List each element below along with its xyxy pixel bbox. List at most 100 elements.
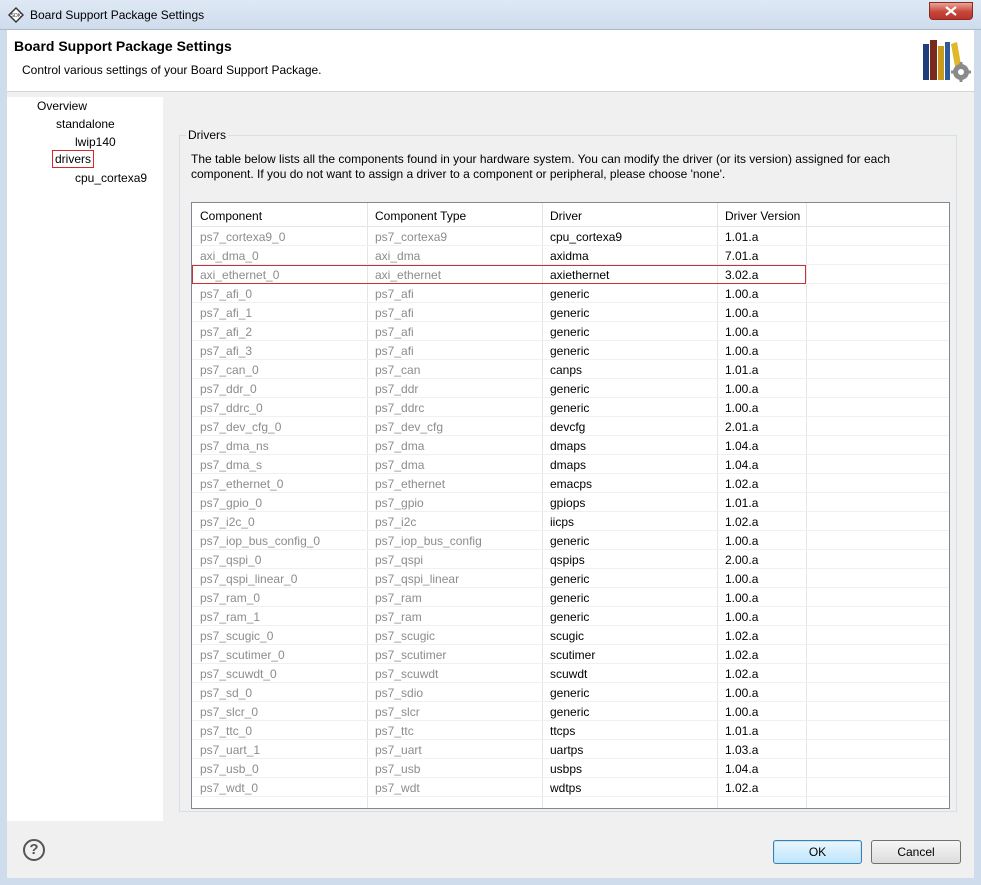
table-row[interactable]: ps7_ttc_0 ps7_ttc ttcps 1.01.a — [192, 721, 949, 740]
cell-driver-version[interactable]: 1.00.a — [725, 325, 758, 339]
cell-driver-version[interactable]: 1.01.a — [725, 230, 758, 244]
cell-driver-version[interactable]: 1.01.a — [725, 724, 758, 738]
cancel-button[interactable]: Cancel — [871, 840, 961, 864]
drivers-table[interactable]: Component Component Type Driver Driver V… — [191, 202, 950, 809]
table-row[interactable]: ps7_ethernet_0 ps7_ethernet emacps 1.02.a — [192, 474, 949, 493]
table-row[interactable]: ps7_afi_3 ps7_afi generic 1.00.a — [192, 341, 949, 360]
cell-driver[interactable]: generic — [550, 344, 589, 358]
cell-driver[interactable]: usbps — [550, 762, 582, 776]
cell-driver[interactable]: wdtps — [550, 781, 581, 795]
ok-button[interactable]: OK — [773, 840, 862, 864]
cell-driver[interactable]: generic — [550, 401, 589, 415]
cell-driver[interactable]: axidma — [550, 249, 589, 263]
cell-driver[interactable]: canps — [550, 363, 582, 377]
cell-driver-version[interactable]: 1.00.a — [725, 610, 758, 624]
table-row[interactable]: ps7_sd_0 ps7_sdio generic 1.00.a — [192, 683, 949, 702]
cell-driver[interactable]: generic — [550, 572, 589, 586]
cell-driver[interactable]: dmaps — [550, 439, 586, 453]
table-row[interactable]: ps7_qspi_0 ps7_qspi qspips 2.00.a — [192, 550, 949, 569]
table-row[interactable]: ps7_uart_1 ps7_uart uartps 1.03.a — [192, 740, 949, 759]
cell-driver-version[interactable]: 1.02.a — [725, 477, 758, 491]
tree-item-lwip140[interactable]: lwip140 — [75, 135, 116, 149]
cell-driver[interactable]: uartps — [550, 743, 583, 757]
table-row[interactable]: ps7_scuwdt_0 ps7_scuwdt scuwdt 1.02.a — [192, 664, 949, 683]
column-header-driver[interactable]: Driver — [550, 209, 582, 223]
cell-driver[interactable]: scuwdt — [550, 667, 587, 681]
cell-driver[interactable]: generic — [550, 534, 589, 548]
cell-driver[interactable]: dmaps — [550, 458, 586, 472]
table-row[interactable]: ps7_i2c_0 ps7_i2c iicps 1.02.a — [192, 512, 949, 531]
cell-driver[interactable]: generic — [550, 610, 589, 624]
table-row[interactable]: axi_dma_0 axi_dma axidma 7.01.a — [192, 246, 949, 265]
cell-driver-version[interactable]: 1.01.a — [725, 496, 758, 510]
cell-driver[interactable]: emacps — [550, 477, 592, 491]
cell-driver-version[interactable]: 1.03.a — [725, 743, 758, 757]
close-window-button[interactable] — [929, 2, 973, 20]
table-row[interactable]: ps7_slcr_0 ps7_slcr generic 1.00.a — [192, 702, 949, 721]
window-titlebar[interactable]: SDK Board Support Package Settings — [0, 0, 981, 30]
tree-item-overview[interactable]: Overview — [37, 99, 87, 113]
tree-item-cpu-cortexa9[interactable]: cpu_cortexa9 — [75, 171, 147, 185]
cell-driver-version[interactable]: 1.02.a — [725, 629, 758, 643]
cell-driver[interactable]: ttcps — [550, 724, 575, 738]
cell-driver-version[interactable]: 1.00.a — [725, 306, 758, 320]
column-header-component-type[interactable]: Component Type — [375, 209, 466, 223]
column-header-driver-version[interactable]: Driver Version — [725, 209, 800, 223]
cell-driver[interactable]: generic — [550, 705, 589, 719]
cell-driver-version[interactable]: 1.02.a — [725, 648, 758, 662]
table-row[interactable]: ps7_afi_1 ps7_afi generic 1.00.a — [192, 303, 949, 322]
cell-driver[interactable]: scugic — [550, 629, 584, 643]
table-row[interactable]: ps7_ram_0 ps7_ram generic 1.00.a — [192, 588, 949, 607]
question-mark-icon[interactable]: ? — [23, 839, 45, 861]
table-row[interactable]: ps7_qspi_linear_0 ps7_qspi_linear generic 1… — [192, 569, 949, 588]
cell-driver-version[interactable]: 1.00.a — [725, 382, 758, 396]
cell-driver-version[interactable]: 1.01.a — [725, 363, 758, 377]
table-row[interactable]: ps7_scugic_0 ps7_scugic scugic 1.02.a — [192, 626, 949, 645]
cell-driver-version[interactable]: 1.00.a — [725, 401, 758, 415]
table-row[interactable]: ps7_afi_2 ps7_afi generic 1.00.a — [192, 322, 949, 341]
table-row[interactable]: ps7_can_0 ps7_can canps 1.01.a — [192, 360, 949, 379]
table-row[interactable]: ps7_dma_ns ps7_dma dmaps 1.04.a — [192, 436, 949, 455]
cell-driver-version[interactable]: 1.02.a — [725, 667, 758, 681]
column-header-component[interactable]: Component — [200, 209, 262, 223]
cell-driver-version[interactable]: 1.00.a — [725, 534, 758, 548]
cell-driver[interactable]: scutimer — [550, 648, 595, 662]
table-row[interactable]: ps7_usb_0 ps7_usb usbps 1.04.a — [192, 759, 949, 778]
table-row[interactable]: ps7_dev_cfg_0 ps7_dev_cfg devcfg 2.01.a — [192, 417, 949, 436]
table-row[interactable]: ps7_gpio_0 ps7_gpio gpiops 1.01.a — [192, 493, 949, 512]
cell-driver[interactable]: qspips — [550, 553, 585, 567]
cell-driver[interactable]: iicps — [550, 515, 574, 529]
table-row[interactable]: ps7_dma_s ps7_dma dmaps 1.04.a — [192, 455, 949, 474]
cell-driver-version[interactable]: 2.01.a — [725, 420, 758, 434]
tree-item-drivers[interactable]: drivers — [52, 150, 95, 168]
cell-driver-version[interactable]: 1.04.a — [725, 762, 758, 776]
cell-driver[interactable]: devcfg — [550, 420, 585, 434]
table-row[interactable]: ps7_scutimer_0 ps7_scutimer scutimer 1.02.a — [192, 645, 949, 664]
table-row[interactable]: ps7_cortexa9_0 ps7_cortexa9 cpu_cortexa9 1.… — [192, 227, 949, 246]
table-row[interactable]: ps7_ram_1 ps7_ram generic 1.00.a — [192, 607, 949, 626]
cell-driver-version[interactable]: 1.00.a — [725, 686, 758, 700]
cell-driver[interactable]: cpu_cortexa9 — [550, 230, 622, 244]
cell-driver[interactable]: generic — [550, 306, 589, 320]
cell-driver-version[interactable]: 1.02.a — [725, 515, 758, 529]
cell-driver-version[interactable]: 1.00.a — [725, 591, 758, 605]
table-row[interactable]: ps7_iop_bus_config_0 ps7_iop_bus_config ge… — [192, 531, 949, 550]
cell-driver-version[interactable]: 1.04.a — [725, 439, 758, 453]
cell-driver-version[interactable]: 2.00.a — [725, 553, 758, 567]
cell-driver-version[interactable]: 1.04.a — [725, 458, 758, 472]
cell-driver-version[interactable]: 7.01.a — [725, 249, 758, 263]
cell-driver[interactable]: generic — [550, 325, 589, 339]
cell-driver-version[interactable]: 1.00.a — [725, 572, 758, 586]
cell-driver-version[interactable]: 1.02.a — [725, 781, 758, 795]
table-row[interactable]: ps7_afi_0 ps7_afi generic 1.00.a — [192, 284, 949, 303]
cell-driver-version[interactable]: 1.00.a — [725, 344, 758, 358]
cell-driver[interactable]: generic — [550, 382, 589, 396]
cell-driver[interactable]: gpiops — [550, 496, 585, 510]
cell-driver-version[interactable]: 1.00.a — [725, 705, 758, 719]
cell-driver-version[interactable]: 1.00.a — [725, 287, 758, 301]
cell-driver[interactable]: generic — [550, 591, 589, 605]
table-row[interactable]: ps7_ddr_0 ps7_ddr generic 1.00.a — [192, 379, 949, 398]
table-row[interactable]: ps7_wdt_0 ps7_wdt wdtps 1.02.a — [192, 778, 949, 797]
cell-driver[interactable]: generic — [550, 686, 589, 700]
cell-driver[interactable]: generic — [550, 287, 589, 301]
